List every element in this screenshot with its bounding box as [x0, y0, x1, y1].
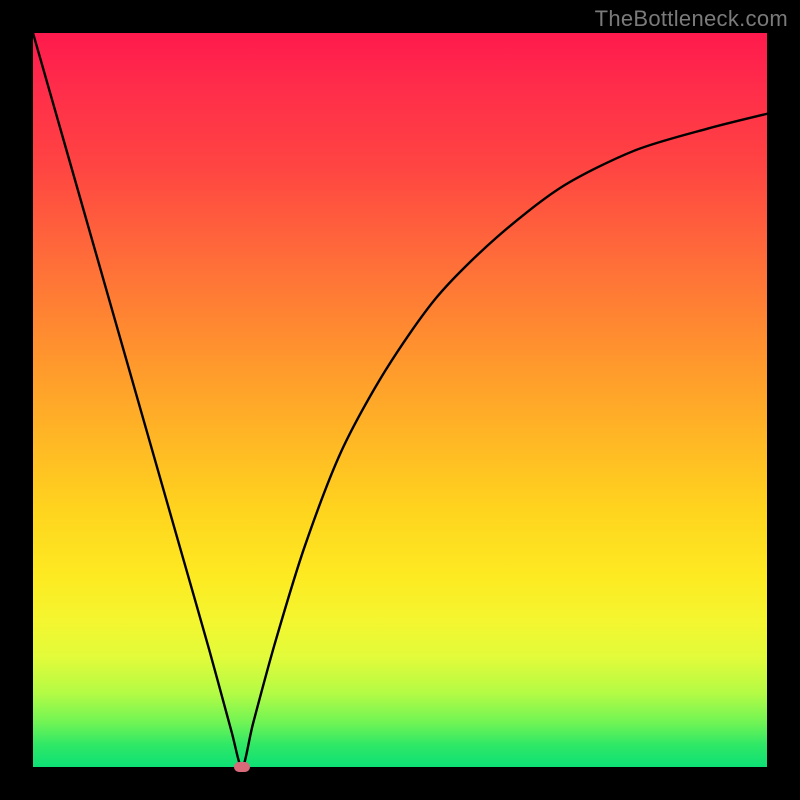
- chart-frame: TheBottleneck.com: [0, 0, 800, 800]
- bottleneck-curve: [33, 33, 767, 767]
- optimum-marker: [234, 762, 250, 772]
- plot-area: [33, 33, 767, 767]
- watermark-text: TheBottleneck.com: [595, 6, 788, 32]
